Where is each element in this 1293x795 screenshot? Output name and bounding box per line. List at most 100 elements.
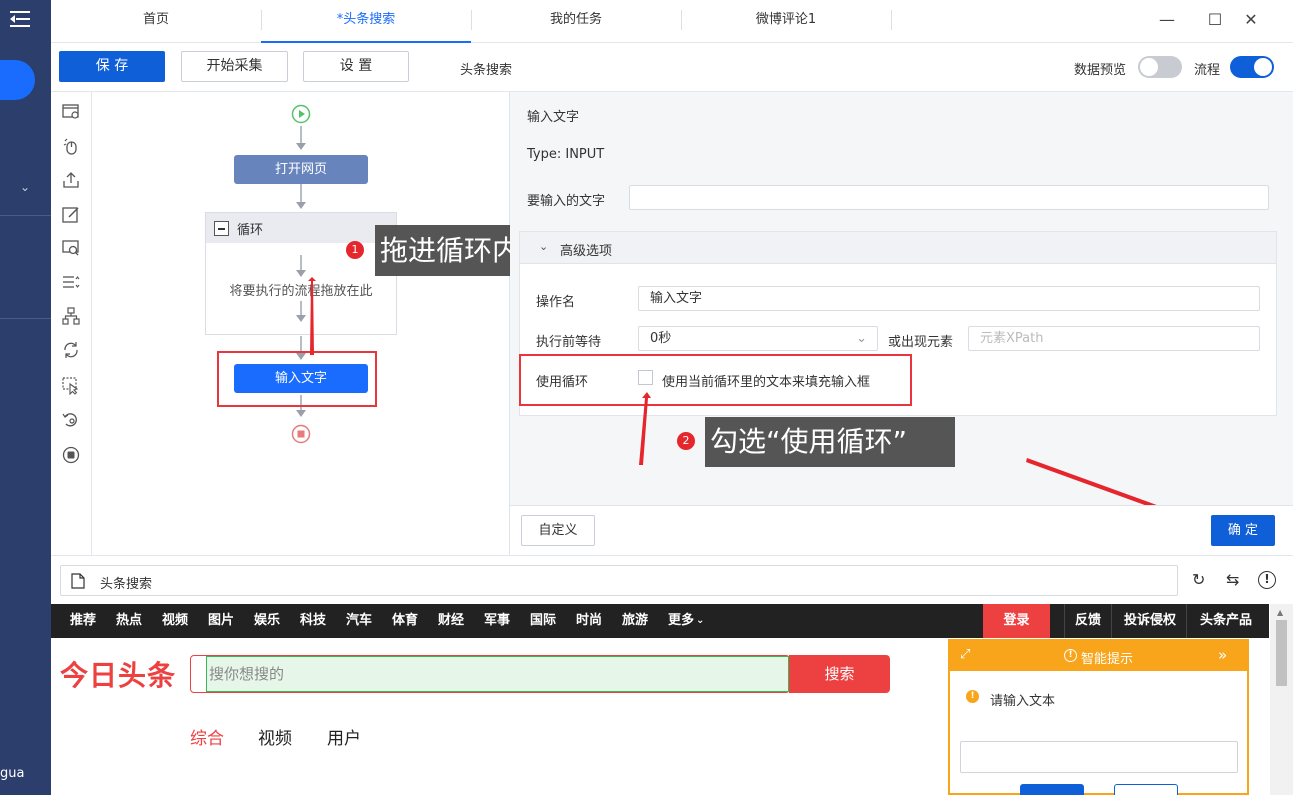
info-icon[interactable]: ! — [1258, 571, 1276, 589]
data-preview-label: 数据预览 — [1074, 63, 1127, 78]
nav-item[interactable]: 体育 — [392, 604, 418, 638]
step2-callout: 勾选“使用循环” — [705, 417, 955, 467]
nav-item[interactable]: 汽车 — [346, 604, 372, 638]
nav-item[interactable]: 热点 — [116, 604, 142, 638]
scrollbar[interactable]: ▲ — [1270, 604, 1293, 795]
nav-item[interactable]: 图片 — [208, 604, 234, 638]
nav-item[interactable]: 财经 — [438, 604, 464, 638]
collapse-icon[interactable] — [214, 221, 229, 236]
scroll-up-icon[interactable]: ▲ — [1277, 608, 1283, 617]
connector-line — [300, 184, 302, 202]
step2-badge: 2 — [677, 432, 695, 450]
page-address-text: 头条搜索 — [100, 577, 153, 592]
click-icon[interactable] — [62, 137, 80, 155]
result-tab-video[interactable]: 视频 — [258, 724, 292, 749]
toutiao-navbar: 推荐 热点 视频 图片 娱乐 科技 汽车 体育 财经 军事 国际 时尚 旅游 更… — [51, 604, 1269, 638]
nav-item[interactable]: 科技 — [300, 604, 326, 638]
collapse-panel-icon[interactable]: » — [1218, 646, 1227, 664]
start-collect-button[interactable]: 开始采集 — [181, 51, 288, 82]
condition-branch-icon[interactable] — [62, 307, 80, 325]
data-preview-toggle[interactable] — [1138, 56, 1182, 78]
open-page-icon[interactable] — [62, 103, 80, 121]
nav-item[interactable]: 视频 — [162, 604, 188, 638]
active-nav-indicator[interactable] — [0, 60, 35, 100]
nav-item[interactable]: 时尚 — [576, 604, 602, 638]
recognize-captcha-icon[interactable] — [62, 239, 80, 257]
report-link[interactable]: 投诉侵权 — [1124, 604, 1176, 638]
tab-toutiao-search[interactable]: *头条搜索 — [261, 0, 471, 43]
op-name-label: 操作名 — [536, 295, 576, 310]
page-icon — [71, 573, 85, 589]
browser-preview: 推荐 热点 视频 图片 娱乐 科技 汽车 体育 财经 军事 国际 时尚 旅游 更… — [51, 604, 1293, 795]
wait-before-value: 0秒 — [650, 331, 672, 346]
custom-button[interactable]: 自定义 — [521, 515, 595, 546]
nav-item[interactable]: 国际 — [530, 604, 556, 638]
switch-icon[interactable]: ⇆ — [1226, 570, 1239, 589]
use-loop-highlight — [519, 354, 912, 406]
settings-button[interactable]: 设 置 — [303, 51, 409, 82]
scrollbar-thumb[interactable] — [1276, 620, 1287, 686]
menu-collapse-icon[interactable] — [10, 9, 32, 29]
minimize-icon[interactable]: — — [1155, 8, 1179, 32]
chevron-down-icon[interactable]: ⌄ — [539, 240, 548, 253]
drag-arrow-icon — [308, 277, 316, 355]
smart-tip-confirm-button[interactable] — [1020, 784, 1084, 795]
flow-toggle[interactable] — [1230, 56, 1274, 78]
tab-my-tasks[interactable]: 我的任务 — [471, 0, 681, 43]
extract-data-icon[interactable] — [62, 171, 80, 189]
nav-item[interactable]: 娱乐 — [254, 604, 280, 638]
input-text-icon[interactable] — [62, 205, 80, 223]
nav-item[interactable]: 军事 — [484, 604, 510, 638]
loop-header — [206, 213, 396, 243]
nav-more[interactable]: 更多 — [668, 604, 694, 638]
connector-arrow — [296, 143, 306, 150]
start-node-icon — [291, 104, 311, 124]
stop-icon[interactable] — [62, 446, 80, 464]
loop-icon[interactable] — [62, 341, 80, 359]
save-button[interactable]: 保 存 — [59, 51, 165, 82]
or-appear-label: 或出现元素 — [888, 335, 954, 350]
page-address-field[interactable]: 头条搜索 — [60, 565, 1178, 596]
nav-item[interactable]: 推荐 — [70, 604, 96, 638]
products-link[interactable]: 头条产品 — [1200, 604, 1252, 638]
loop-title: 循环 — [237, 223, 264, 238]
left-rail: ⌄ gua — [0, 0, 51, 795]
expand-icon[interactable]: ⤢ — [960, 647, 970, 662]
toggle-knob — [1140, 58, 1158, 76]
reload-icon[interactable]: ↻ — [1192, 570, 1205, 589]
ok-button[interactable]: 确 定 — [1211, 515, 1275, 546]
toutiao-logo: 今日头条 — [60, 659, 177, 692]
mouse-hover-icon[interactable] — [62, 377, 80, 395]
toutiao-search-box: 搜你想搜的 — [190, 655, 790, 693]
advanced-options-header[interactable] — [520, 232, 1276, 264]
maximize-icon[interactable]: ☐ — [1203, 8, 1227, 32]
toutiao-search-button[interactable]: 搜索 — [789, 655, 890, 693]
open-page-node[interactable]: 打开网页 — [234, 155, 368, 184]
switch-dropdown-icon[interactable] — [62, 273, 80, 291]
checkbox-arrow-icon — [639, 392, 651, 465]
connector-line — [300, 255, 302, 270]
chevron-down-icon: ⌄ — [696, 615, 705, 626]
tab-home[interactable]: 首页 — [51, 0, 261, 43]
chevron-down-icon[interactable]: ⌄ — [20, 180, 30, 194]
nav-divider — [1064, 604, 1065, 638]
close-icon[interactable]: ✕ — [1239, 8, 1263, 32]
nav-item[interactable]: 旅游 — [622, 604, 648, 638]
toutiao-search-input[interactable]: 搜你想搜的 — [206, 656, 789, 692]
loop-node[interactable]: 循环 将要执行的流程拖放在此 — [205, 212, 397, 335]
feedback-link[interactable]: 反馈 — [1075, 604, 1101, 638]
text-to-input-field[interactable] — [629, 185, 1269, 210]
result-tab-all[interactable]: 综合 — [190, 724, 224, 749]
smart-tip-input[interactable] — [960, 741, 1238, 773]
xpath-field[interactable]: 元素XPath — [968, 326, 1260, 351]
smart-tip-cancel-button[interactable] — [1114, 784, 1178, 795]
op-name-field[interactable]: 输入文字 — [638, 286, 1260, 311]
refresh-page-icon[interactable] — [62, 411, 80, 429]
tab-weibo-comments[interactable]: 微博评论1 — [681, 0, 891, 43]
login-button[interactable]: 登录 — [983, 604, 1050, 638]
toolbar: 保 存 开始采集 设 置 头条搜索 数据预览 流程 — [51, 43, 1293, 92]
wait-before-select[interactable]: 0秒 ⌄ — [638, 326, 878, 351]
rail-divider — [0, 318, 51, 319]
warning-icon: ! — [1064, 649, 1077, 662]
result-tab-user[interactable]: 用户 — [327, 724, 361, 749]
